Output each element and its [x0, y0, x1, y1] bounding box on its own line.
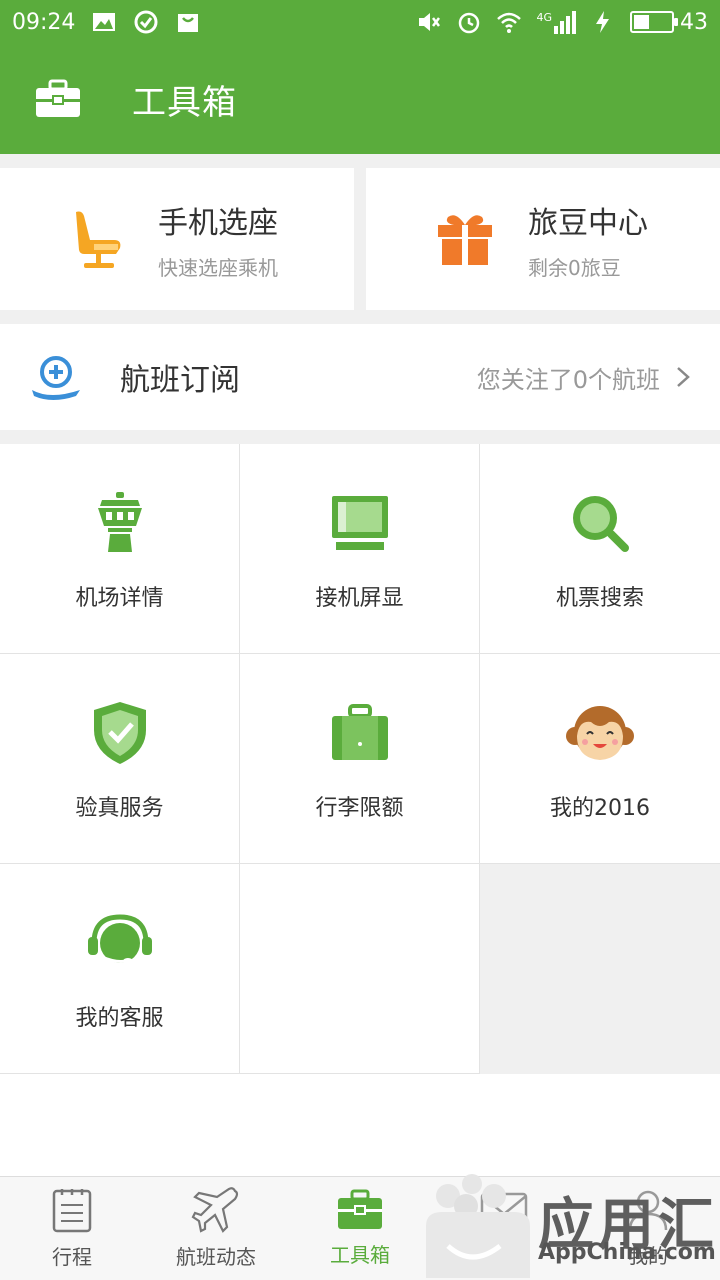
signal-icon: 4G	[536, 10, 576, 34]
check-circle-icon	[134, 10, 158, 34]
headset-icon	[87, 914, 152, 964]
toolbox-header-icon	[36, 79, 80, 117]
seat-icon	[76, 211, 121, 268]
app-header: 工具箱	[0, 44, 720, 154]
toolbox-icon	[338, 1189, 382, 1229]
tool-baggage-allowance[interactable]: 行李限额	[240, 654, 480, 864]
subscribe-hint-text: 您关注了0个航班	[476, 365, 660, 394]
nav-itinerary[interactable]: 行程	[0, 1177, 144, 1280]
nav-label: 行程	[52, 1245, 92, 1269]
gift-icon	[438, 215, 492, 265]
tool-label: 我的客服	[75, 1006, 164, 1031]
nav-label: 航班动态	[176, 1245, 256, 1269]
tool-customer-service[interactable]: 我的客服	[0, 864, 240, 1074]
profile-icon	[628, 1190, 668, 1231]
message-icon	[480, 1192, 528, 1228]
tool-label: 机票搜索	[555, 586, 644, 611]
alarm-icon	[459, 12, 480, 34]
card-subtitle: 剩余0旅豆	[528, 255, 621, 280]
nav-toolbox[interactable]: 工具箱	[288, 1177, 432, 1280]
tool-airport-details[interactable]: 机场详情	[0, 444, 240, 654]
tools-grid: 机场详情 接机屏显 机票搜索 验真服务 行李限额 我的2016 我的客服	[0, 444, 720, 1074]
status-time: 09:24	[12, 9, 76, 35]
subscribe-hint: 您关注了0个航班	[477, 360, 690, 395]
tool-label: 我的2016	[550, 796, 650, 821]
tool-ticket-search[interactable]: 机票搜索	[480, 444, 720, 654]
nav-messages[interactable]: 消息	[432, 1177, 576, 1280]
bottom-navigation: 行程 航班动态 工具箱 消息 我的	[0, 1176, 720, 1280]
flight-subscribe-row[interactable]: 航班订阅 您关注了0个航班	[0, 324, 720, 430]
nav-label: 消息	[484, 1242, 524, 1266]
page-title: 工具箱	[132, 82, 237, 123]
status-bar: 09:24 4G 43	[0, 0, 720, 44]
wifi-icon	[497, 12, 522, 33]
battery-percent: 43	[680, 9, 708, 35]
tool-label: 行李限额	[315, 796, 404, 821]
luggage-icon	[331, 704, 388, 760]
plane-icon	[191, 1187, 239, 1233]
mute-icon	[419, 13, 441, 31]
card-title: 旅豆中心	[528, 205, 648, 241]
search-icon	[573, 496, 629, 552]
empty-cell	[480, 864, 720, 1074]
tool-label: 接机屏显	[315, 586, 404, 611]
screen-icon	[331, 496, 388, 550]
tool-label: 验真服务	[75, 796, 164, 821]
nav-label: 我的	[628, 1244, 668, 1268]
tool-label: 机场详情	[75, 586, 164, 611]
tool-my-2016[interactable]: 我的2016	[480, 654, 720, 864]
card-title: 手机选座	[158, 205, 278, 241]
feature-cards: 手机选座 快速选座乘机 旅豆中心 剩余0旅豆	[0, 168, 720, 310]
content-blank-area	[0, 1074, 720, 1176]
card-subtitle: 快速选座乘机	[158, 255, 278, 280]
shopping-bag-icon	[178, 14, 199, 32]
monkey-icon	[566, 706, 634, 760]
charging-icon	[596, 11, 609, 33]
shield-check-icon	[93, 702, 146, 764]
battery-indicator: 43	[630, 10, 708, 35]
travel-beans-card[interactable]: 旅豆中心 剩余0旅豆	[366, 168, 720, 310]
nav-label: 工具箱	[330, 1243, 390, 1267]
empty-cell	[240, 864, 480, 1074]
tool-pickup-screen[interactable]: 接机屏显	[240, 444, 480, 654]
airport-tower-icon	[97, 492, 142, 552]
flight-subscribe-icon	[32, 356, 80, 400]
subscribe-label: 航班订阅	[120, 363, 240, 398]
chevron-right-icon	[677, 367, 690, 387]
nav-profile[interactable]: 我的	[576, 1177, 720, 1280]
network-type: 4G	[536, 10, 552, 24]
tool-verification[interactable]: 验真服务	[0, 654, 240, 864]
itinerary-icon	[52, 1189, 92, 1233]
seat-selection-card[interactable]: 手机选座 快速选座乘机	[0, 168, 354, 310]
image-notification-icon	[93, 13, 116, 31]
nav-flight-status[interactable]: 航班动态	[144, 1177, 288, 1280]
